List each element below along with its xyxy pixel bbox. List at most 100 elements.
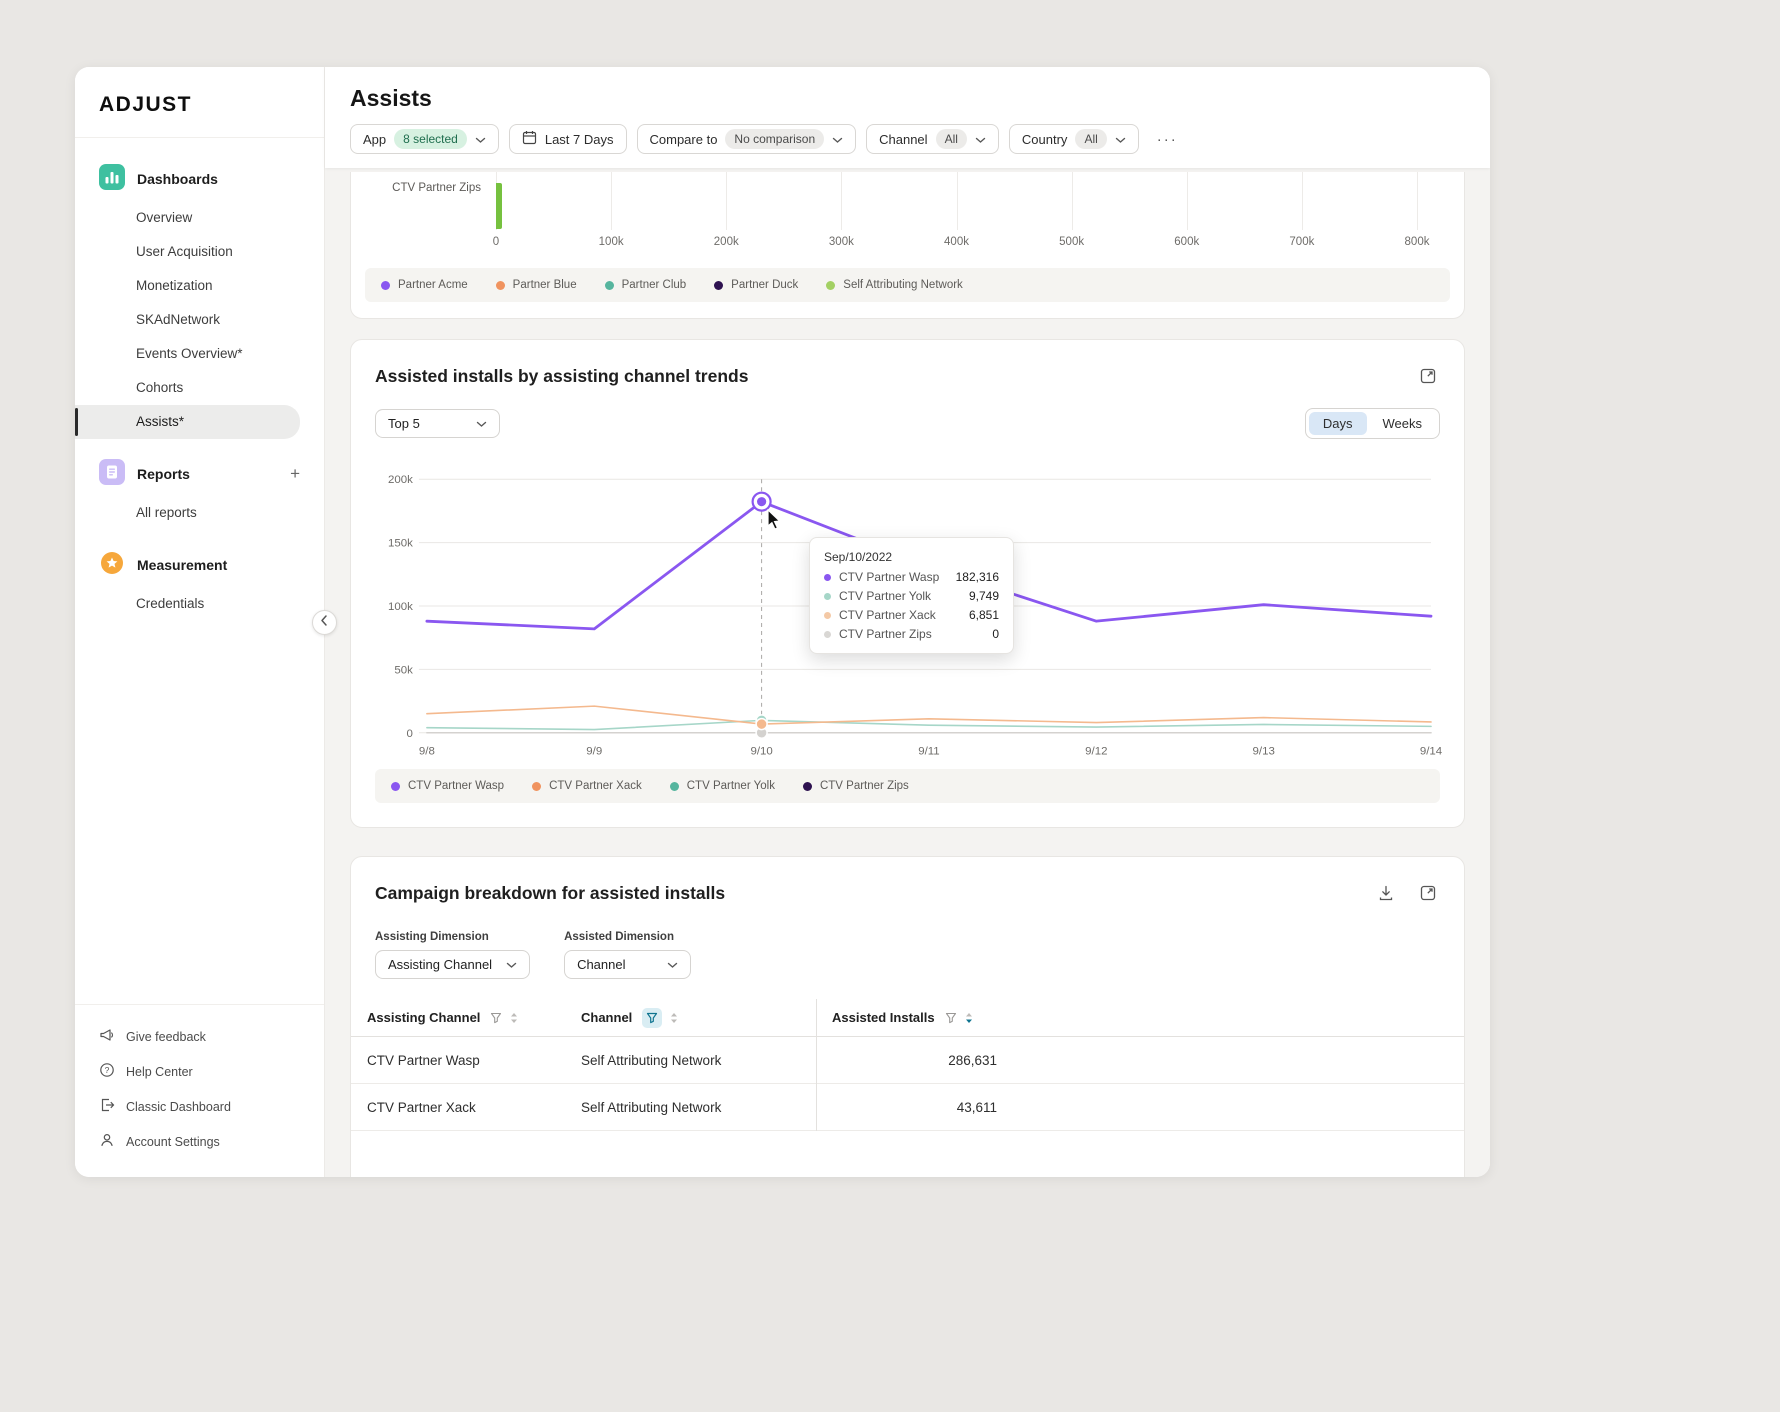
sidebar-item-credentials[interactable]: Credentials — [75, 587, 300, 621]
chevron-down-icon — [975, 132, 986, 147]
expand-icon[interactable] — [1416, 364, 1440, 388]
bar-rect[interactable] — [496, 183, 502, 229]
sidebar-item-measurement[interactable]: Measurement — [75, 542, 324, 587]
legend-item[interactable]: Self Attributing Network — [826, 279, 963, 291]
legend-item[interactable]: CTV Partner Wasp — [391, 780, 504, 792]
expand-icon[interactable] — [1416, 881, 1440, 905]
filter-bar: App 8 selected Last 7 Days Compare to No… — [350, 124, 1465, 154]
app-window: ADJUST Dashboards Overview User Acquisit… — [75, 67, 1490, 1177]
sidebar-item-cohorts[interactable]: Cohorts — [75, 371, 300, 405]
svg-text:200k: 200k — [388, 474, 413, 486]
filter-icon[interactable] — [490, 1012, 502, 1024]
main-area: Assists App 8 selected Last 7 Days Compa… — [325, 67, 1490, 1177]
sidebar-item-skadnetwork[interactable]: SKAdNetwork — [75, 303, 300, 337]
legend-dot — [605, 281, 614, 290]
legend-item[interactable]: CTV Partner Xack — [532, 780, 642, 792]
page-title: Assists — [350, 85, 1465, 112]
sidebar-item-events-overview[interactable]: Events Overview* — [75, 337, 300, 371]
date-range-filter[interactable]: Last 7 Days — [509, 124, 627, 154]
trend-controls: Top 5 Days Weeks — [375, 408, 1440, 439]
sidebar-item-reports[interactable]: Reports + — [75, 451, 324, 496]
trends-card: Assisted installs by assisting channel t… — [350, 339, 1465, 828]
sidebar-item-overview[interactable]: Overview — [75, 201, 300, 235]
bar-chart-plot[interactable]: CTV Partner Zips — [351, 172, 1464, 230]
column-header-assisting-channel[interactable]: Assisting Channel — [351, 1010, 581, 1025]
series-dot — [824, 631, 831, 638]
sidebar-item-user-acquisition[interactable]: User Acquisition — [75, 235, 300, 269]
nav-section-dashboards: Dashboards Overview User Acquisition Mon… — [75, 156, 324, 439]
svg-text:0: 0 — [407, 728, 413, 740]
nav-section-measurement: Measurement Credentials — [75, 542, 324, 621]
more-filters-button[interactable]: ··· — [1149, 131, 1186, 148]
breakdown-card: Campaign breakdown for assisted installs… — [350, 856, 1465, 1177]
top-n-select[interactable]: Top 5 — [375, 409, 500, 438]
sidebar: ADJUST Dashboards Overview User Acquisit… — [75, 67, 325, 1177]
country-filter[interactable]: Country All — [1009, 124, 1139, 154]
tooltip-date: Sep/10/2022 — [824, 550, 999, 564]
channel-cell: Self Attributing Network — [581, 1100, 816, 1115]
svg-text:9/13: 9/13 — [1253, 746, 1275, 758]
reports-icon — [99, 459, 125, 488]
breakdown-table: Assisting Channel Channel CTV P — [351, 999, 1464, 1131]
svg-text:50k: 50k — [394, 664, 413, 676]
chevron-down-icon — [1115, 132, 1126, 147]
give-feedback-link[interactable]: Give feedback — [75, 1019, 324, 1054]
bar-chart-legend: Partner Acme Partner Blue Partner Club P… — [365, 268, 1450, 302]
help-center-link[interactable]: ? Help Center — [75, 1054, 324, 1089]
tooltip-row: CTV Partner Xack6,851 — [824, 608, 999, 622]
table-row: 286,631 — [817, 1037, 1464, 1084]
sidebar-item-dashboards[interactable]: Dashboards — [75, 156, 324, 201]
sidebar-collapse-button[interactable] — [312, 610, 337, 635]
compare-filter[interactable]: Compare to No comparison — [637, 124, 857, 154]
legend-dot — [826, 281, 835, 290]
breakdown-card-title: Campaign breakdown for assisted installs — [375, 883, 725, 904]
series-dot — [824, 593, 831, 600]
tooltip-row: CTV Partner Yolk9,749 — [824, 589, 999, 603]
chevron-down-icon — [832, 132, 843, 147]
page-header: Assists App 8 selected Last 7 Days Compa… — [325, 67, 1490, 168]
sort-desc-icon[interactable] — [964, 1012, 974, 1024]
add-report-button[interactable]: + — [290, 464, 300, 484]
section-label: Measurement — [137, 557, 227, 573]
adjust-logo: ADJUST — [75, 67, 324, 138]
sidebar-item-assists[interactable]: Assists* — [75, 405, 300, 439]
legend-item[interactable]: Partner Club — [605, 279, 687, 291]
legend-dot — [391, 782, 400, 791]
person-icon — [99, 1132, 115, 1151]
legend-item[interactable]: Partner Duck — [714, 279, 798, 291]
toggle-days[interactable]: Days — [1309, 412, 1367, 435]
assisted-dimension-select[interactable]: Channel — [564, 950, 691, 979]
active-filter-icon[interactable] — [642, 1008, 662, 1028]
column-header-channel[interactable]: Channel — [581, 1008, 816, 1028]
legend-item[interactable]: CTV Partner Zips — [803, 780, 909, 792]
account-settings-link[interactable]: Account Settings — [75, 1124, 324, 1159]
sidebar-item-monetization[interactable]: Monetization — [75, 269, 300, 303]
column-header-assisted-installs[interactable]: Assisted Installs — [817, 1010, 997, 1025]
bar-category-label: CTV Partner Zips — [351, 182, 481, 194]
assisting-dimension-select[interactable]: Assisting Channel — [375, 950, 530, 979]
tooltip-row: CTV Partner Wasp182,316 — [824, 570, 999, 584]
svg-text:9/12: 9/12 — [1085, 746, 1107, 758]
channel-filter[interactable]: Channel All — [866, 124, 999, 154]
filter-icon[interactable] — [945, 1012, 957, 1024]
days-weeks-toggle: Days Weeks — [1305, 408, 1440, 439]
legend-dot — [714, 281, 723, 290]
classic-dashboard-link[interactable]: Classic Dashboard — [75, 1089, 324, 1124]
legend-item[interactable]: Partner Blue — [496, 279, 577, 291]
sort-icon[interactable] — [669, 1012, 679, 1024]
tooltip-row: CTV Partner Zips0 — [824, 627, 999, 641]
assisting-channel-cell: CTV Partner Wasp — [351, 1053, 581, 1068]
sort-icon[interactable] — [509, 1012, 519, 1024]
sidebar-nav: Dashboards Overview User Acquisition Mon… — [75, 138, 324, 621]
toggle-weeks[interactable]: Weeks — [1369, 412, 1437, 435]
chevron-down-icon — [667, 957, 678, 972]
app-filter[interactable]: App 8 selected — [350, 124, 499, 154]
legend-item[interactable]: Partner Acme — [381, 279, 468, 291]
trends-line-chart[interactable]: 050k100k150k200k9/89/99/109/119/129/139/… — [375, 447, 1440, 765]
series-dot — [824, 612, 831, 619]
legend-item[interactable]: CTV Partner Yolk — [670, 780, 775, 792]
sidebar-item-all-reports[interactable]: All reports — [75, 496, 300, 530]
download-icon[interactable] — [1374, 881, 1398, 905]
assisted-dimension-control: Assisted Dimension Channel — [564, 931, 691, 979]
content-scroll-area[interactable]: CTV Partner Zips 0100k200k300k400k500k60… — [325, 168, 1490, 1177]
